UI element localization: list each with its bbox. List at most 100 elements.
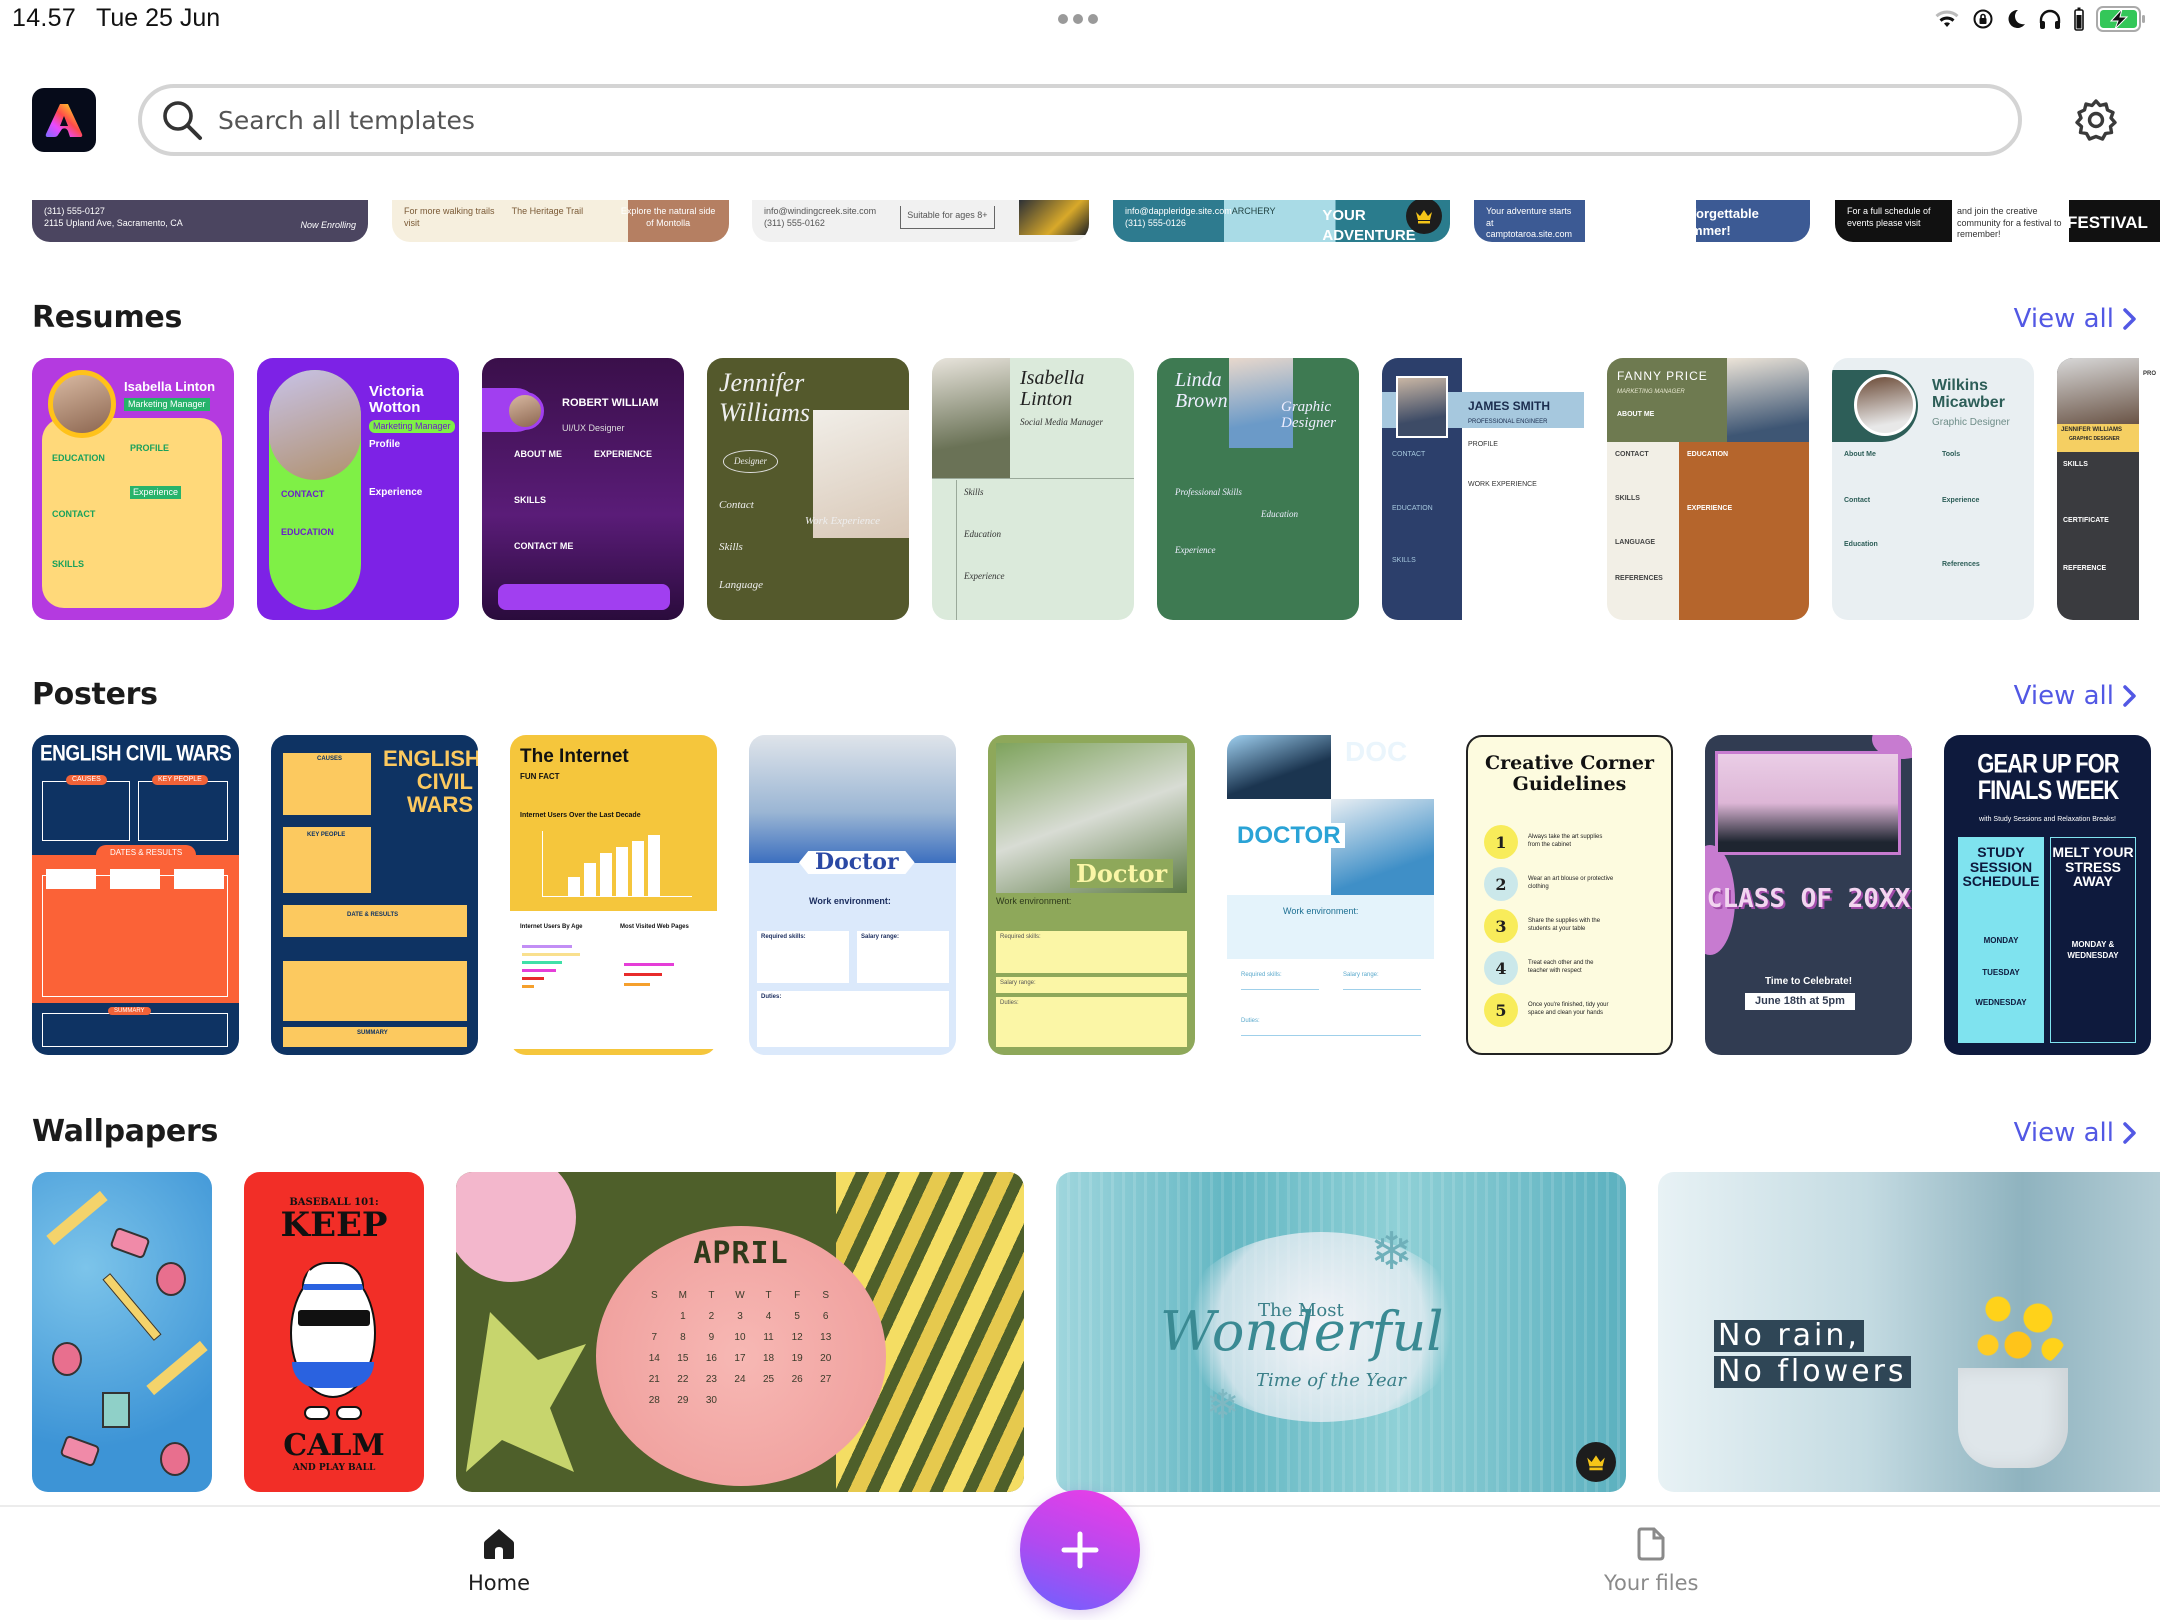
resume-name: Isabella Linton [124, 379, 216, 394]
template-card[interactable]: (311) 555-0127 2115 Upland Ave, Sacrament… [32, 200, 368, 242]
resume-heading: EXPERIENCE [1687, 505, 1733, 512]
resume-card[interactable]: FANNY PRICE MARKETING MANAGER ABOUT ME C… [1607, 358, 1809, 620]
calendar-day: 30 [705, 1395, 717, 1406]
card-text: For a full schedule of events please vis… [1847, 206, 1931, 228]
resume-card[interactable]: Victoria Wotton Marketing Manager Profil… [257, 358, 459, 620]
card-text: FESTIVAL [2067, 213, 2148, 232]
resume-heading: PROFILE [130, 443, 170, 453]
resume-card[interactable]: Isabella Linton Marketing Manager PROFIL… [32, 358, 234, 620]
template-card[interactable]: For a full schedule of events please vis… [1835, 200, 2160, 242]
poster-label: Share the supplies with the students at … [1528, 918, 1601, 933]
card-text: info@windingcreek.site.com [764, 206, 877, 216]
resume-heading: ABOUT ME [514, 449, 562, 459]
template-card[interactable]: For more walking trails visit The Herita… [392, 200, 729, 242]
tab-home[interactable]: Home [468, 1527, 530, 1595]
resume-heading: Language [719, 579, 763, 591]
adobe-express-logo[interactable] [32, 88, 96, 152]
search-bar[interactable] [138, 84, 2022, 156]
wallpaper-card[interactable]: No rain, No flowers [1658, 1172, 2160, 1492]
resume-heading: Experience [369, 487, 423, 498]
chevron-right-icon [2123, 1122, 2136, 1144]
poster-card[interactable]: CLASS OF 20XX Time to Celebrate! June 18… [1705, 735, 1912, 1055]
resume-heading: Contact [1844, 497, 1871, 504]
resume-name: FANNY PRICE [1617, 369, 1708, 383]
tab-files-label: Your files [1604, 1571, 1699, 1595]
poster-label: Required skills: [761, 934, 806, 940]
resume-heading: WORK EXPERIENCE [1468, 481, 1537, 488]
poster-card[interactable]: ENGLISH CIVIL WARS CAUSES KEY PEOPLE DAT… [32, 735, 239, 1055]
wallpaper-card[interactable]: The Most Wonderful Time of the Year ❄ ❄ [1056, 1172, 1626, 1492]
resume-card[interactable]: Jennifer Williams Designer Contact Work … [707, 358, 909, 620]
wallpaper-title: No rain, [1714, 1320, 1864, 1352]
poster-card[interactable]: The Internet FUN FACT Internet Users Ove… [510, 735, 717, 1055]
settings-button[interactable] [2072, 96, 2120, 144]
status-icons [1934, 6, 2146, 32]
calendar-day: 19 [791, 1353, 803, 1364]
top-strip-row: (311) 555-0127 2115 Upland Ave, Sacrament… [0, 200, 2160, 242]
resume-card[interactable]: Linda Brown Graphic Designer Professiona… [1157, 358, 1359, 620]
poster-label: CAUSES [66, 775, 107, 785]
wallpaper-title: CALM [283, 1428, 385, 1463]
resume-heading: ABOUT ME [1617, 411, 1655, 418]
resume-role: Marketing Manager [369, 420, 455, 433]
poster-card[interactable]: CAUSES KEY PEOPLE ENGLISH CIVIL WARS DAT… [271, 735, 478, 1055]
resume-heading: PRO [2143, 371, 2157, 377]
wallpaper-card[interactable]: BASEBALL 101: KEEP CALM AND PLAY BALL [244, 1172, 424, 1492]
status-date: Tue 25 Jun [96, 4, 221, 32]
resume-card[interactable]: ROBERT WILLIAM UI/UX Designer ABOUT ME E… [482, 358, 684, 620]
resume-heading: Experience [1942, 497, 1980, 504]
tab-your-files[interactable]: Your files [1604, 1527, 1698, 1595]
adobe-express-home: 14.57 Tue 25 Jun Search all templates (3… [0, 0, 2160, 1620]
section-title-resumes: Resumes [32, 300, 183, 335]
plus-icon [1061, 1531, 1099, 1569]
template-card[interactable]: info@dappleridge.site.com (311) 555-0126 … [1113, 200, 1450, 242]
card-text: The Heritage Trail [511, 206, 584, 216]
resume-heading: Profile [369, 439, 401, 450]
poster-label: Duties: [1241, 1018, 1260, 1024]
resume-heading: EDUCATION [1392, 505, 1433, 512]
templates-feed[interactable]: (311) 555-0127 2115 Upland Ave, Sacrament… [0, 200, 2160, 1505]
resume-card[interactable]: Wilkins Micawber Graphic Designer About … [1832, 358, 2034, 620]
card-text: info@dappleridge.site.com [1125, 206, 1232, 216]
resume-role: UI/UX Designer [562, 423, 625, 433]
wallpaper-title: KEEP [280, 1205, 388, 1245]
poster-card[interactable]: Doctor Work environment: Required skills… [749, 735, 956, 1055]
resume-card[interactable]: JENNIFER WILLIAMS GRAPHIC DESIGNER SKILL… [2057, 358, 2160, 620]
view-all-label: View all [2013, 681, 2114, 711]
multitasking-dots[interactable] [1058, 14, 1098, 24]
calendar-day: 29 [677, 1395, 689, 1406]
poster-card[interactable]: DOC DOCTOR Work environment: Required sk… [1227, 735, 1434, 1055]
poster-card[interactable]: Doctor Work environment: Required skills… [988, 735, 1195, 1055]
resumes-view-all-link[interactable]: View all [2014, 304, 2138, 334]
poster-card[interactable]: Creative Corner Guidelines 1 2 3 4 5 Alw… [1466, 735, 1673, 1055]
poster-label: WEDNESDAY [1975, 998, 2027, 1007]
template-card[interactable]: info@windingcreek.site.com (311) 555-0162… [752, 200, 1089, 242]
template-card[interactable]: Your adventure starts at camptotaroa.site… [1474, 200, 1810, 242]
resume-card[interactable]: JAMES SMITH PROFESSIONAL ENGINEER PROFIL… [1382, 358, 1584, 620]
poster-label: FUN FACT [520, 772, 560, 781]
wallpaper-card[interactable]: APRIL S M T W T F S 1 2 3 4 5 6 7 8 9 10 11 12 13 14 15 16 17 18… [456, 1172, 1024, 1492]
poster-card[interactable]: GEAR UP FOR FINALS WEEK with Study Sessi… [1944, 735, 2151, 1055]
posters-view-all-link[interactable]: View all [2014, 681, 2138, 711]
resume-card[interactable]: Isabella Linton Social Media Manager Ski… [932, 358, 1134, 620]
calendar-day [811, 1395, 840, 1406]
resume-heading: Professional Skills [1175, 487, 1242, 497]
search-input[interactable] [218, 105, 1918, 135]
resume-heading: EDUCATION [281, 527, 334, 537]
wallpaper-card[interactable] [32, 1172, 212, 1492]
resume-heading: CONTACT [281, 489, 325, 499]
calendar-day: 10 [734, 1332, 746, 1343]
calendar-day: 24 [734, 1374, 746, 1385]
wallpapers-view-all-link[interactable]: View all [2014, 1118, 2138, 1148]
create-new-button[interactable] [1020, 1490, 1140, 1610]
tab-home-label: Home [468, 1571, 531, 1595]
poster-title: The Internet [520, 746, 629, 767]
resume-heading: CONTACT [1392, 451, 1426, 458]
resume-heading: Skills [719, 541, 743, 553]
resume-heading: EDUCATION [1687, 451, 1729, 458]
resume-role: MARKETING MANAGER [1617, 389, 1685, 395]
resume-name: Victoria Wotton [369, 383, 424, 416]
poster-label: SUMMARY [108, 1007, 151, 1016]
card-text: ARCHERY [1231, 206, 1276, 216]
poster-label: Salary range: [1343, 972, 1379, 978]
